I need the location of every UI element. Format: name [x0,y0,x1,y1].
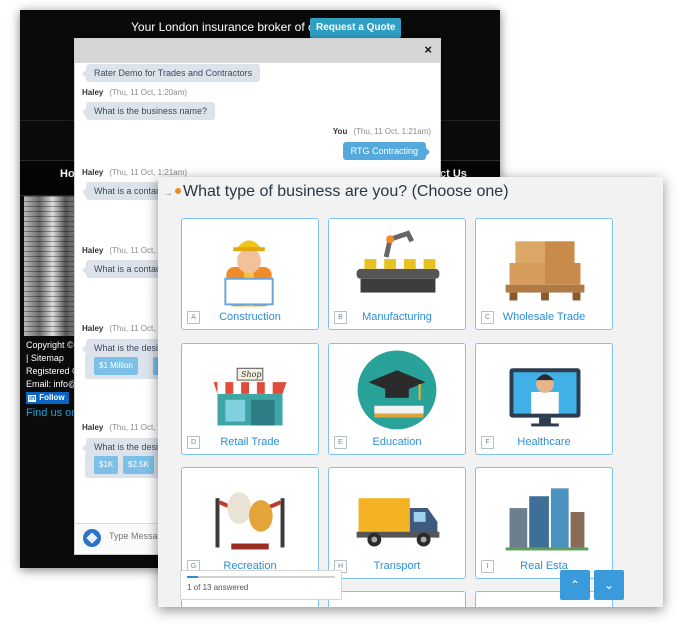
previous-question-button[interactable]: ⌃ [560,570,590,600]
option-transport[interactable]: H Transport [328,467,466,579]
buildings-icon [505,488,589,551]
chevron-down-icon: ⌄ [603,578,615,592]
message-meta: You (Thu, 11 Oct, 1:21am) [333,127,431,136]
pallet-boxes-icon [505,241,585,301]
linkedin-icon: in [28,395,37,402]
truck-icon [356,498,440,547]
nav-home-link[interactable]: Ho [60,168,75,180]
quick-reply-group: $1 Million $ [85,353,168,379]
message-meta: Haley (Thu, 11 Oct, 1:20am) [82,88,187,97]
option-retail-trade[interactable]: Shop D Retail Trade [181,343,319,455]
shop-icon: Shop [213,367,287,426]
question-title: What type of business are you? (Choose o… [183,183,509,200]
message-time: (Thu, 11 Oct, 1:21am) [109,168,188,177]
option-label: Healthcare [517,436,571,448]
option-label: Real Esta [520,560,568,572]
chat-message: Rater Demo for Trades and Contractors [81,64,261,82]
graduation-cap-icon [357,350,437,430]
sender-name: Haley [82,423,104,432]
sender-name: Haley [82,88,104,97]
message-meta: Haley (Thu, 11 Oct, 1:21am) [82,168,187,177]
chat-reply: RTG Contracting [342,142,431,160]
bot-avatar-icon [83,529,101,547]
factory-robot-arm-icon [356,230,440,293]
sender-name: Haley [82,246,104,255]
option-construction[interactable]: A Construction [181,218,319,330]
progress-fill [187,576,199,578]
option-label: Wholesale Trade [502,311,586,323]
footer-copyright: Copyright © 2 [26,340,82,350]
option-label: Transport [373,560,421,572]
business-type-form: → What type of business are you? (Choose… [158,177,663,607]
building-photo [24,196,76,336]
next-question-button[interactable]: ⌄ [594,570,624,600]
find-us-text: Find us on [26,407,78,419]
option-partial[interactable] [328,591,466,607]
message-time: (Thu, 11 Oct, 1:20am) [109,88,188,97]
message-time: (Thu, 11 Oct, 1:21am) [353,127,431,136]
option-manufacturing[interactable]: B Manufacturing [328,218,466,330]
construction-worker-icon [224,240,274,307]
svg-text:Shop: Shop [241,370,261,379]
quick-reply-group: $1K $2.5K $ [85,452,173,478]
doctor-monitor-icon [509,368,581,427]
chevron-up-icon: ⌃ [569,578,581,592]
option-label: Manufacturing [362,311,432,323]
theatre-masks-icon [215,492,285,550]
option-partial[interactable] [475,591,613,607]
option-label: Retail Trade [220,436,280,448]
close-icon[interactable]: × [424,42,432,57]
question-marker-icon [175,188,181,194]
option-label: Construction [219,311,281,323]
chat-header: × [75,39,440,63]
chat-message: What is the business name? [81,102,216,120]
linkedin-follow-button[interactable]: in Follow [26,392,69,404]
option-education[interactable]: E Education [328,343,466,455]
option-label: Education [372,436,422,448]
arrow-right-icon: → [163,188,173,199]
progress-indicator: 1 of 13 answered [180,570,342,600]
option-real-estate[interactable]: I Real Esta [475,467,613,579]
progress-text: 1 of 13 answered [187,583,249,592]
option-recreation[interactable]: G Recreation [181,467,319,579]
request-quote-button[interactable]: Request a Quote [310,18,402,38]
footer-registered: Registered O [26,366,80,376]
progress-track [187,576,335,578]
footer-email[interactable]: Email: info@t [26,379,80,389]
sender-name: Haley [82,168,104,177]
quick-reply-button[interactable]: $1K [94,456,119,474]
option-wholesale-trade[interactable]: C Wholesale Trade [475,218,613,330]
linkedin-follow-label: Follow [39,393,65,402]
quick-reply-button[interactable]: $1 Million [94,357,138,375]
sender-name: Haley [82,324,104,333]
sender-name: You [332,127,348,136]
option-healthcare[interactable]: F Healthcare [475,343,613,455]
quick-reply-button[interactable]: $2.5K [123,456,154,474]
footer-sitemap-link[interactable]: | Sitemap [26,353,64,363]
